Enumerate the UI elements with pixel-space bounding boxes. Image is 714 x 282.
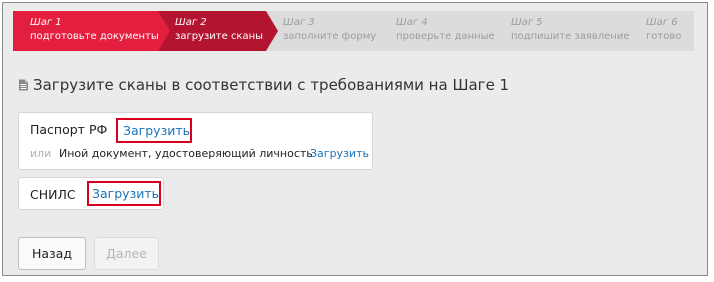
step-4-label: проверьте данные (396, 31, 495, 42)
page-heading: Загрузите сканы в соответствии с требова… (18, 76, 509, 94)
or-label: или (30, 147, 52, 160)
step-2[interactable]: Шаг 2 загрузите сканы (158, 11, 278, 51)
alt-document-label: Иной документ, удостоверяющий личность (59, 147, 313, 160)
step-arrow (158, 11, 170, 51)
step-1-label: подготовьте документы (30, 31, 159, 42)
page-heading-text: Загрузите сканы в соответствии с требова… (33, 76, 510, 94)
snils-upload-link[interactable]: Загрузить (92, 186, 159, 201)
alt-document-upload-link[interactable]: Загрузить (310, 147, 369, 160)
step-1[interactable]: Шаг 1 подготовьте документы (13, 11, 170, 51)
step-arrow (494, 11, 506, 51)
step-arrow (266, 11, 278, 51)
next-button[interactable]: Далее (94, 237, 159, 270)
step-6-number: Шаг 6 (646, 17, 678, 28)
step-2-number: Шаг 2 (175, 17, 207, 28)
step-4[interactable]: Шаг 4 проверьте данные (379, 11, 506, 51)
step-2-label: загрузите сканы (175, 31, 264, 42)
step-5[interactable]: Шаг 5 подпишите заявление (494, 11, 641, 51)
passport-label: Паспорт РФ (30, 122, 108, 137)
step-arrow (379, 11, 391, 51)
step-arrow (629, 11, 641, 51)
passport-card: Паспорт РФ Загрузить или Иной документ, … (18, 112, 373, 170)
step-4-number: Шаг 4 (396, 17, 428, 28)
passport-upload-link[interactable]: Загрузить (123, 123, 190, 138)
wizard-stepper: Шаг 1 подготовьте документы Шаг 2 загруз… (13, 11, 694, 51)
back-button[interactable]: Назад (18, 237, 86, 270)
step-3[interactable]: Шаг 3 заполните форму (266, 11, 391, 51)
step-3-number: Шаг 3 (283, 17, 315, 28)
step-5-label: подпишите заявление (511, 31, 630, 42)
step-3-label: заполните форму (283, 31, 377, 42)
step-5-number: Шаг 5 (511, 17, 543, 28)
step-1-number: Шаг 1 (30, 17, 62, 28)
snils-card: СНИЛС Загрузить (18, 177, 164, 210)
snils-label: СНИЛС (30, 187, 76, 202)
document-icon (19, 79, 28, 91)
step-6-label: готово (646, 31, 682, 42)
